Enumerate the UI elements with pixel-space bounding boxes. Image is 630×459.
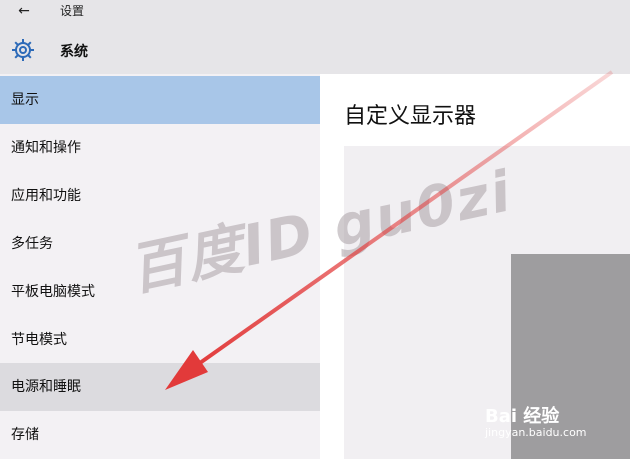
- baidu-logo: Bai 经验 jingyan.baidu.com: [485, 400, 625, 450]
- red-arrow-icon: [165, 70, 614, 390]
- logo-text: Bai 经验: [485, 406, 560, 427]
- logo-url: jingyan.baidu.com: [485, 426, 587, 439]
